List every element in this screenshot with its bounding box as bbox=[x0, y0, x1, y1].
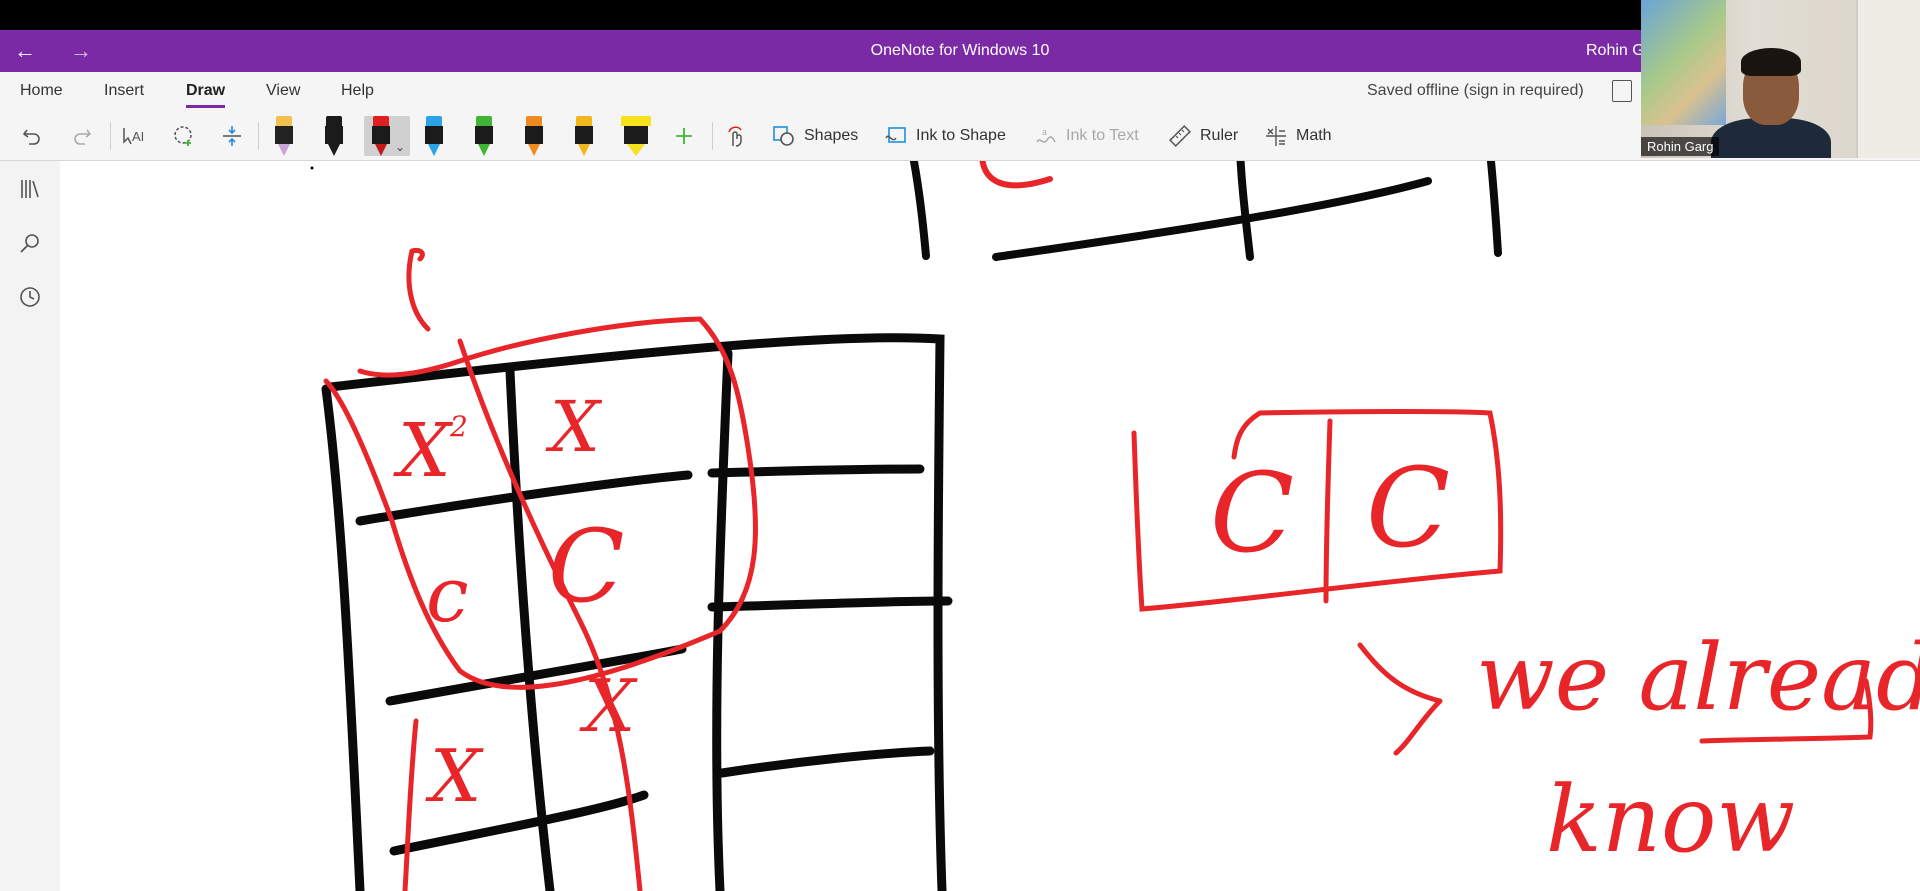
notebooks-icon[interactable] bbox=[18, 177, 42, 201]
screen-top-black-bar bbox=[0, 0, 1920, 30]
ink-drawing[interactable]: X 2 X c C X X C C we already know bbox=[60, 161, 1920, 891]
ink-to-shape-button[interactable]: Ink to Shape bbox=[884, 112, 1006, 160]
title-bar: ← → OneNote for Windows 10 Rohin G bbox=[0, 30, 1920, 72]
toolbar-separator bbox=[712, 122, 713, 150]
video-overlay[interactable]: Rohin Garg bbox=[1641, 0, 1920, 158]
notebook-icon[interactable] bbox=[1612, 80, 1632, 102]
draw-toolbar: AI ⌄ Shapes Ink to Shape a Ink to Text R… bbox=[0, 112, 1920, 160]
pen-blue-icon[interactable] bbox=[420, 116, 448, 156]
ruler-button[interactable]: Ruler bbox=[1168, 112, 1238, 160]
ink-note-line2: know bbox=[1546, 766, 1795, 873]
tab-help[interactable]: Help bbox=[341, 82, 374, 100]
ink-cell3-text: c bbox=[426, 550, 469, 639]
undo-icon[interactable] bbox=[14, 112, 50, 160]
redo-icon[interactable] bbox=[64, 112, 100, 160]
participant-name: Rohin Garg bbox=[1641, 137, 1720, 156]
add-space-icon[interactable] bbox=[214, 112, 250, 160]
search-icon[interactable] bbox=[18, 231, 42, 255]
tab-view[interactable]: View bbox=[266, 82, 300, 100]
ink-cell1-text: X bbox=[393, 408, 454, 494]
lasso-select-icon[interactable] bbox=[166, 112, 202, 160]
ink-to-shape-icon bbox=[885, 127, 906, 143]
pen-green-icon[interactable] bbox=[470, 116, 498, 156]
toolbar-separator bbox=[110, 122, 111, 150]
highlighter-yellow-icon[interactable] bbox=[618, 116, 654, 156]
svg-text:AI: AI bbox=[132, 129, 144, 144]
shapes-button[interactable]: Shapes bbox=[772, 112, 858, 160]
tab-draw[interactable]: Draw bbox=[186, 82, 226, 108]
add-pen-icon[interactable] bbox=[668, 112, 700, 160]
ink-red-arrow bbox=[1357, 642, 1443, 756]
math-label: Math bbox=[1296, 127, 1332, 144]
ink-cell6-text: X bbox=[425, 734, 484, 818]
ruler-icon bbox=[1169, 125, 1191, 147]
math-icon bbox=[1266, 126, 1286, 146]
ink-cell5-text: X bbox=[579, 664, 638, 748]
ink-top-red-mark bbox=[979, 161, 1053, 189]
ink-top-grid bbox=[909, 161, 1502, 261]
save-status: Saved offline (sign in required) bbox=[1367, 82, 1584, 99]
ink-box-left-text: C bbox=[1210, 449, 1294, 577]
user-name[interactable]: Rohin G bbox=[1586, 42, 1645, 60]
ruler-label: Ruler bbox=[1200, 127, 1239, 144]
video-wall-map bbox=[1641, 0, 1726, 125]
svg-text:a: a bbox=[1042, 126, 1047, 138]
chevron-down-icon[interactable]: ⌄ bbox=[395, 140, 405, 154]
ink-box-right-text: C bbox=[1366, 444, 1450, 572]
pen-orange-icon[interactable] bbox=[520, 116, 548, 156]
tab-home[interactable]: Home bbox=[20, 82, 63, 100]
video-door bbox=[1856, 0, 1920, 158]
shapes-label: Shapes bbox=[804, 127, 859, 144]
type-select-icon[interactable]: AI bbox=[116, 112, 152, 160]
ribbon: Home Insert Draw View Help Saved offline… bbox=[0, 72, 1920, 161]
navigation-sidebar bbox=[0, 161, 60, 891]
ink-cell1-superscript: 2 bbox=[449, 410, 468, 443]
pen-red-icon[interactable]: ⌄ bbox=[364, 116, 410, 156]
touch-draw-icon[interactable] bbox=[718, 112, 754, 160]
shapes-icon bbox=[773, 126, 794, 146]
ink-cell2-text: X bbox=[545, 386, 603, 468]
ink-to-text-icon: a bbox=[1036, 126, 1056, 143]
note-canvas[interactable]: X 2 X c C X X C C we already know bbox=[60, 161, 1920, 891]
pen-black-icon[interactable] bbox=[320, 116, 348, 156]
tab-insert[interactable]: Insert bbox=[104, 82, 144, 100]
toolbar-separator bbox=[258, 122, 259, 150]
ink-to-text-label: Ink to Text bbox=[1066, 127, 1139, 144]
pen-gold-icon[interactable] bbox=[570, 116, 598, 156]
ink-note-line1: we already bbox=[1476, 624, 1920, 731]
pencil-purple-icon[interactable] bbox=[270, 116, 298, 156]
math-button[interactable]: Math bbox=[1264, 112, 1332, 160]
ink-to-text-button[interactable]: a Ink to Text bbox=[1034, 112, 1139, 160]
ink-to-shape-label: Ink to Shape bbox=[916, 127, 1006, 144]
ink-cell4-text: C bbox=[548, 508, 625, 625]
recent-notes-icon[interactable] bbox=[18, 285, 42, 309]
video-person-hair bbox=[1741, 48, 1801, 76]
